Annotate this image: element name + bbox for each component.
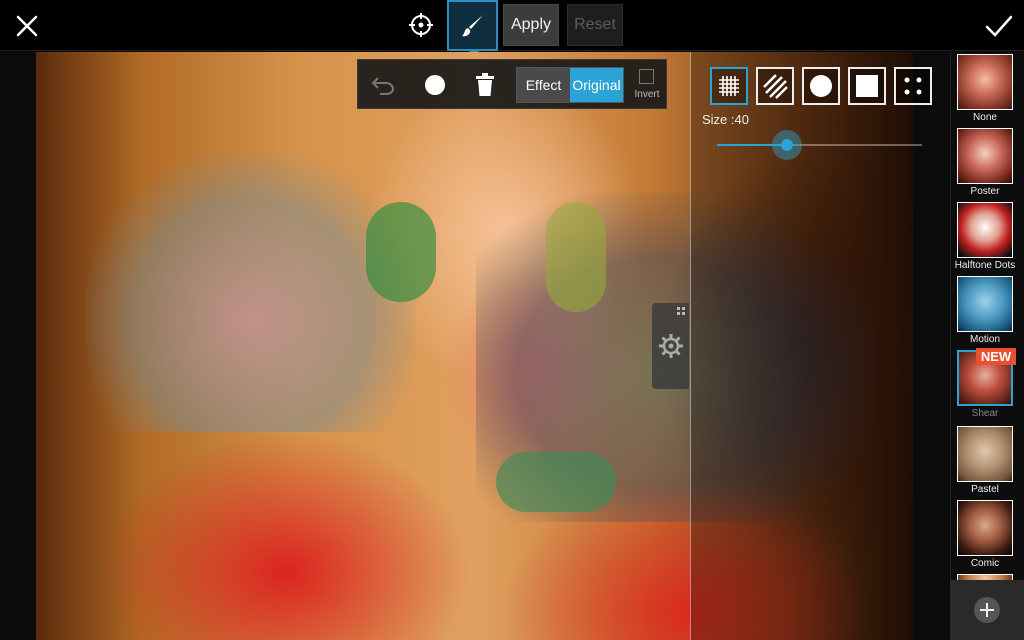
effect-poster[interactable]: Poster	[954, 126, 1016, 198]
brush-dot-icon[interactable]	[420, 70, 450, 100]
apply-button[interactable]: Apply	[503, 4, 559, 46]
size-label: Size :40	[702, 112, 749, 127]
top-toolbar: Apply Reset	[0, 0, 1024, 57]
grid-brush-icon[interactable]	[710, 67, 748, 105]
effect-mode-button[interactable]: Effect	[517, 68, 570, 102]
plus-icon	[974, 597, 1000, 623]
new-badge: NEW	[976, 348, 1016, 365]
size-slider[interactable]	[717, 130, 922, 160]
effect-thumbnail	[957, 426, 1013, 482]
brush-icon	[461, 14, 483, 36]
effect-motion[interactable]: Motion	[954, 274, 1016, 346]
effect-label: Pastel	[971, 484, 999, 495]
gear-icon	[658, 334, 683, 358]
green-paint-right	[546, 202, 606, 312]
add-effect-button[interactable]	[950, 580, 1024, 640]
grip-icon	[677, 307, 685, 315]
effect-shear[interactable]: NEW Shear	[954, 348, 1016, 420]
effect-none[interactable]: None	[954, 52, 1016, 124]
dots-brush-icon[interactable]	[894, 67, 932, 105]
effect-label: None	[973, 112, 997, 123]
square-brush-icon[interactable]	[848, 67, 886, 105]
size-slider-thumb[interactable]	[771, 130, 802, 160]
effect-comic[interactable]: Comic	[954, 498, 1016, 570]
effect-thumbnail	[957, 202, 1013, 258]
photo-editor-app: Apply Reset Effect Original Invert Size …	[0, 0, 1024, 640]
brush-options-panel: Effect Original Invert	[357, 59, 667, 109]
effect-label: Halftone Dots	[954, 260, 1016, 271]
effect-thumbnail	[957, 128, 1013, 184]
crosshair-icon[interactable]	[404, 8, 438, 42]
invert-label: Invert	[634, 89, 660, 100]
settings-drawer-handle[interactable]	[652, 303, 689, 389]
brush-tool-button[interactable]	[447, 0, 498, 57]
reset-button[interactable]: Reset	[567, 4, 623, 46]
invert-checkbox[interactable]: Invert	[630, 67, 664, 103]
effect-label: Poster	[970, 186, 1000, 197]
effect-pastel[interactable]: Pastel	[954, 424, 1016, 496]
green-paint-left	[366, 202, 436, 302]
effects-strip: None Poster Halftone Dots Motion NEW She…	[950, 52, 1024, 640]
invert-checkbox-box[interactable]	[639, 69, 654, 84]
undo-icon[interactable]	[368, 70, 398, 100]
effect-halftone-dots[interactable]: Halftone Dots	[954, 200, 1016, 272]
effect-thumbnail	[957, 500, 1013, 556]
checkmark-icon[interactable]	[982, 9, 1016, 43]
effect-thumbnail	[957, 276, 1013, 332]
original-mode-button[interactable]: Original	[570, 68, 623, 102]
effect-label: Shear	[971, 408, 999, 419]
circle-brush-icon[interactable]	[802, 67, 840, 105]
stripe-brush-icon[interactable]	[756, 67, 794, 105]
brush-shape-selector	[710, 67, 932, 107]
effect-label: Comic	[970, 558, 1000, 569]
green-paint-thumb	[496, 452, 616, 512]
trash-icon[interactable]	[470, 70, 500, 100]
effect-label: Motion	[969, 334, 1000, 345]
close-icon[interactable]	[10, 9, 44, 43]
effect-thumbnail	[957, 54, 1013, 110]
mode-toggle: Effect Original	[516, 67, 624, 103]
painted-hand-left	[86, 152, 416, 432]
